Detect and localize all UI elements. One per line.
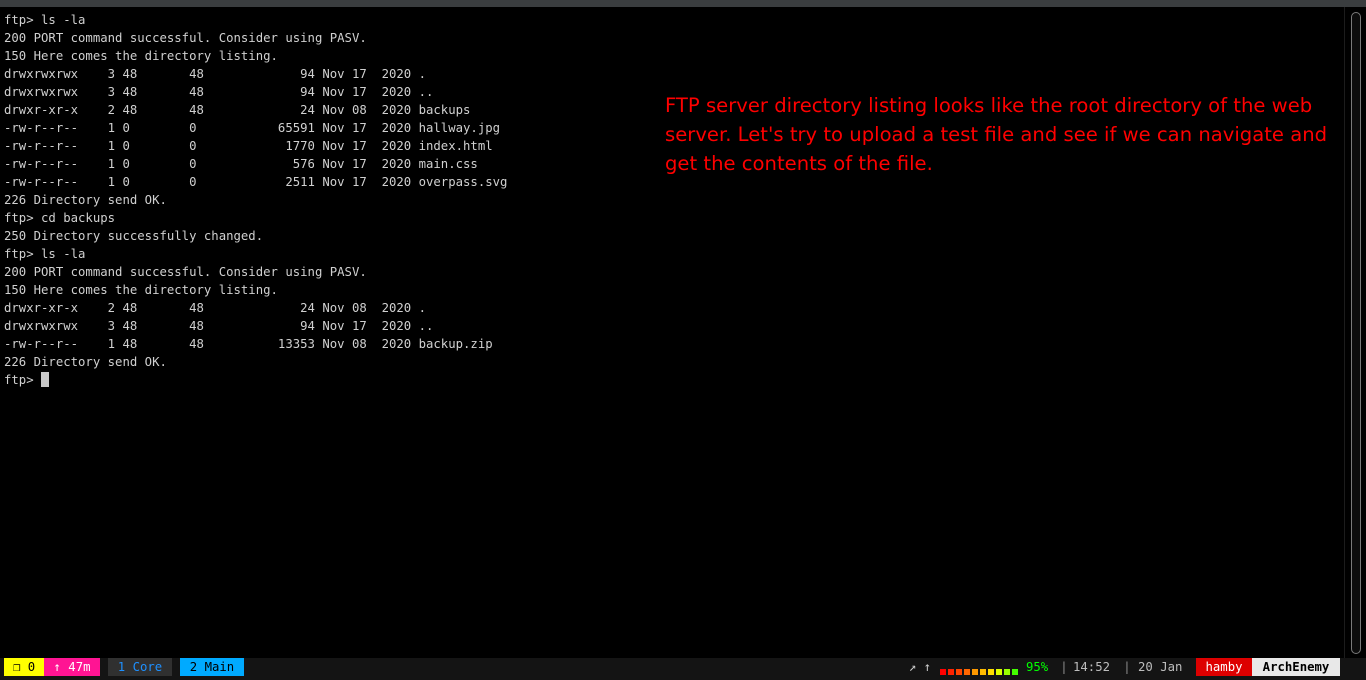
terminal-line: 226 Directory send OK. [4, 193, 167, 207]
terminal-line: ftp> ls -la [4, 247, 86, 261]
window-tab-main[interactable]: 2 Main [180, 658, 244, 676]
terminal-line: drwxrwxrwx 3 48 48 94 Nov 17 2020 . [4, 67, 426, 81]
session-count: ❐ 0 [4, 658, 44, 676]
terminal-line: drwxrwxrwx 3 48 48 94 Nov 17 2020 .. [4, 319, 434, 333]
battery-meter-cell [972, 669, 978, 675]
battery-meter-cell [964, 669, 970, 675]
username-badge: hamby [1196, 658, 1252, 676]
battery-meter [940, 662, 1020, 675]
battery-meter-cell [940, 669, 946, 675]
terminal-prompt: ftp> [4, 373, 42, 387]
battery-meter-cell [948, 669, 954, 675]
separator: | [1060, 660, 1068, 674]
terminal-line: 200 PORT command successful. Consider us… [4, 265, 367, 279]
battery-meter-cell [1004, 669, 1010, 675]
battery-percent: 95% [1026, 660, 1049, 674]
separator: | [1123, 660, 1131, 674]
terminal-output[interactable]: ftp> ls -la 200 PORT command successful.… [4, 11, 1334, 389]
terminal-prompt-line[interactable]: ftp> [4, 371, 1334, 389]
terminal-line: 200 PORT command successful. Consider us… [4, 31, 367, 45]
terminal-line: 226 Directory send OK. [4, 355, 167, 369]
terminal-line: 250 Directory successfully changed. [4, 229, 264, 243]
clock-date: 20 Jan [1138, 660, 1183, 674]
window-tab-core[interactable]: 1 Core [108, 658, 172, 676]
terminal-line: drwxr-xr-x 2 48 48 24 Nov 08 2020 . [4, 301, 426, 315]
scrollbar-thumb[interactable] [1351, 12, 1361, 654]
battery-meter-cell [956, 669, 962, 675]
terminal-cursor [41, 372, 50, 387]
terminal-line: ftp> ls -la [4, 13, 86, 27]
scrollbar[interactable] [1344, 7, 1366, 658]
terminal-line: -rw-r--r-- 1 48 48 13353 Nov 08 2020 bac… [4, 337, 493, 351]
hostname-badge: ArchEnemy [1252, 658, 1340, 676]
terminal-line: 150 Here comes the directory listing. [4, 283, 278, 297]
terminal-line: ftp> cd backups [4, 211, 116, 225]
uptime-indicator: ↑ 47m [44, 658, 100, 676]
battery-meter-cell [988, 669, 994, 675]
tmux-status-bar: ❐ 0 ↑ 47m 1 Core 2 Main ↗ ↑ 95% | 14:52 … [0, 658, 1366, 680]
terminal-line: 150 Here comes the directory listing. [4, 49, 278, 63]
battery-meter-cell [980, 669, 986, 675]
clock-time: 14:52 [1073, 660, 1111, 674]
window-top-bar [0, 0, 1366, 7]
annotation-note: FTP server directory listing looks like … [665, 94, 1328, 175]
battery-meter-cell [1012, 669, 1018, 675]
network-arrows-icon: ↗ ↑ [908, 660, 932, 674]
battery-meter-cell [996, 669, 1002, 675]
